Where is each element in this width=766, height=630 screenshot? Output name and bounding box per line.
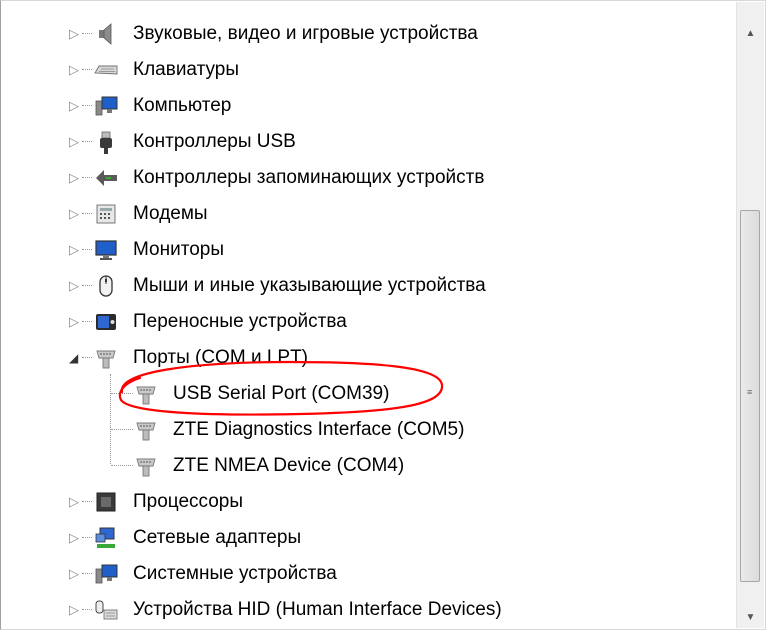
- modem-icon: [93, 201, 119, 227]
- tree-item-usb-serial-port[interactable]: USB Serial Port (COM39): [0, 376, 740, 412]
- tree-item-label: Порты (COM и LPT): [133, 347, 309, 368]
- tree-item-network-adapters[interactable]: ▷ Сетевые адаптеры: [0, 520, 740, 556]
- tree-item-label: Мониторы: [133, 239, 224, 260]
- tree-item-label: Модемы: [133, 203, 208, 224]
- tree-item-usb-controllers[interactable]: ▷ Контроллеры USB: [0, 124, 740, 160]
- tree-item-processors[interactable]: ▷ Процессоры: [0, 484, 740, 520]
- expand-arrow-icon[interactable]: ▷: [69, 567, 81, 581]
- tree-item-label: Сетевые адаптеры: [133, 527, 302, 548]
- tree-item-hid[interactable]: ▷ Устройства HID (Human Interface Device…: [0, 592, 740, 628]
- port-icon: [93, 345, 119, 371]
- tree-item-portable-devices[interactable]: ▷ Переносные устройства: [0, 304, 740, 340]
- tree-item-computer[interactable]: ▷ Компьютер: [0, 88, 740, 124]
- device-tree[interactable]: ▷ Звуковые, видео и игровые устройства ▷…: [0, 0, 740, 630]
- system-devices-icon: [93, 561, 119, 587]
- tree-item-label: Звуковые, видео и игровые устройства: [133, 23, 478, 44]
- tree-item-label: Переносные устройства: [133, 311, 347, 332]
- tree-item-label: Клавиатуры: [133, 59, 240, 80]
- tree-item-label: Мыши и иные указывающие устройства: [133, 275, 486, 296]
- tree-item-label: Системные устройства: [133, 563, 337, 584]
- tree-item-label: USB Serial Port (COM39): [173, 383, 390, 404]
- port-icon: [133, 381, 159, 407]
- usb-icon: [93, 129, 119, 155]
- scroll-up-arrow-icon[interactable]: ▲: [737, 24, 764, 44]
- tree-item-zte-diagnostics[interactable]: ZTE Diagnostics Interface (COM5): [0, 412, 740, 448]
- computer-icon: [93, 93, 119, 119]
- tree-item-label: Контроллеры USB: [133, 131, 296, 152]
- expand-arrow-icon[interactable]: ▷: [69, 495, 81, 509]
- expand-arrow-icon[interactable]: ▷: [69, 315, 81, 329]
- network-adapter-icon: [93, 525, 119, 551]
- tree-item-mice[interactable]: ▷ Мыши и иные указывающие устройства: [0, 268, 740, 304]
- tree-item-label: Контроллеры запоминающих устройств: [133, 167, 485, 188]
- tree-item-sound[interactable]: ▷ Звуковые, видео и игровые устройства: [0, 16, 740, 52]
- hid-icon: [93, 597, 119, 623]
- portable-device-icon: [93, 309, 119, 335]
- port-icon: [133, 417, 159, 443]
- expand-arrow-icon[interactable]: ▷: [69, 99, 81, 113]
- expand-arrow-icon[interactable]: ▷: [69, 243, 81, 257]
- expand-arrow-icon[interactable]: ▷: [69, 171, 81, 185]
- tree-item-label: ZTE Diagnostics Interface (COM5): [173, 419, 465, 440]
- keyboard-icon: [93, 57, 119, 83]
- expand-arrow-icon[interactable]: ▷: [69, 207, 81, 221]
- expand-arrow-icon[interactable]: ▷: [69, 135, 81, 149]
- grip-icon: ≡: [747, 387, 753, 397]
- vertical-scrollbar[interactable]: ▲ ≡ ▼: [736, 2, 764, 628]
- processor-icon: [93, 489, 119, 515]
- expand-arrow-icon[interactable]: ▷: [69, 279, 81, 293]
- collapse-arrow-icon[interactable]: ◢: [69, 351, 81, 365]
- scroll-down-arrow-icon[interactable]: ▼: [737, 608, 764, 628]
- tree-item-label: Устройства HID (Human Interface Devices): [133, 599, 502, 620]
- expand-arrow-icon[interactable]: ▷: [69, 27, 81, 41]
- tree-item-monitors[interactable]: ▷ Мониторы: [0, 232, 740, 268]
- expand-arrow-icon[interactable]: ▷: [69, 63, 81, 77]
- tree-item-label: Компьютер: [133, 95, 232, 116]
- port-icon: [133, 453, 159, 479]
- scrollbar-thumb[interactable]: ≡: [740, 210, 760, 582]
- tree-item-ports[interactable]: ◢ Порты (COM и LPT): [0, 340, 740, 376]
- tree-item-label: Процессоры: [133, 491, 244, 512]
- tree-item-zte-nmea[interactable]: ZTE NMEA Device (COM4): [0, 448, 740, 484]
- tree-item-modems[interactable]: ▷ Модемы: [0, 196, 740, 232]
- expand-arrow-icon[interactable]: ▷: [69, 603, 81, 617]
- tree-item-system-devices[interactable]: ▷ Системные устройства: [0, 556, 740, 592]
- storage-controller-icon: [93, 165, 119, 191]
- monitor-icon: [93, 237, 119, 263]
- tree-item-keyboards[interactable]: ▷ Клавиатуры: [0, 52, 740, 88]
- tree-item-label: ZTE NMEA Device (COM4): [173, 455, 405, 476]
- speaker-icon: [93, 21, 119, 47]
- tree-item-storage-controllers[interactable]: ▷ Контроллеры запоминающих устройств: [0, 160, 740, 196]
- expand-arrow-icon[interactable]: ▷: [69, 531, 81, 545]
- mouse-icon: [93, 273, 119, 299]
